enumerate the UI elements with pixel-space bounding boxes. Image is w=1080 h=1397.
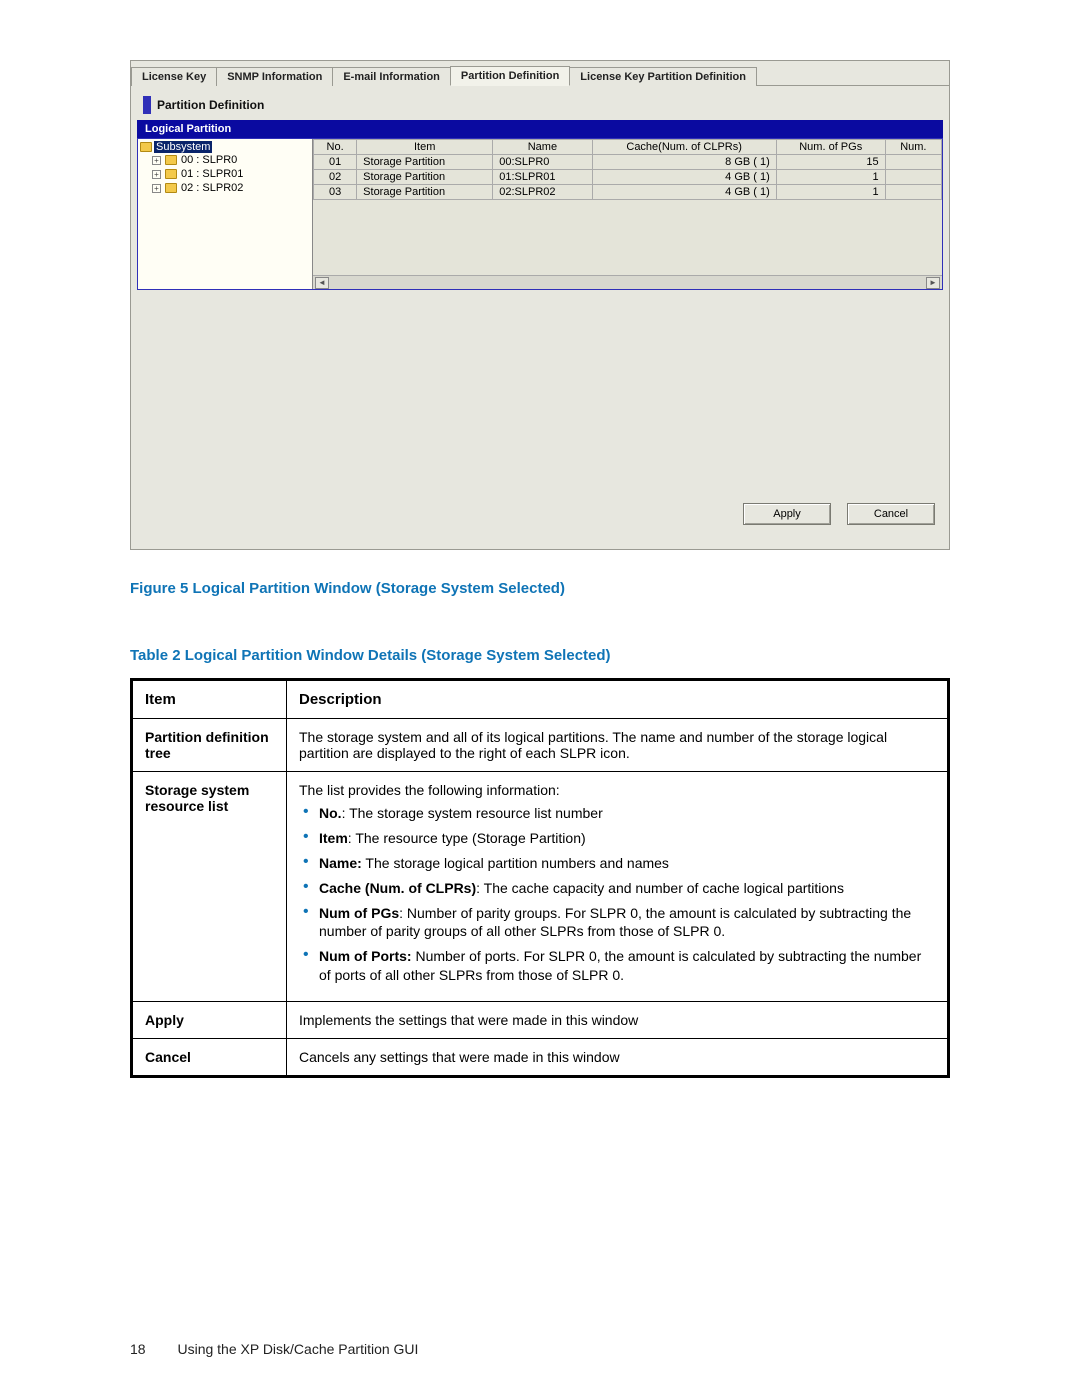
tree-root-label: Subsystem	[154, 141, 212, 153]
tab-bar: License KeySNMP InformationE-mail Inform…	[131, 61, 949, 85]
grid-cell: 1	[776, 170, 885, 185]
page-number: 18	[130, 1341, 146, 1357]
grid-cell: Storage Partition	[357, 170, 493, 185]
tree-item-label: 02 : SLPR02	[181, 181, 243, 195]
col-header-description: Description	[287, 680, 949, 719]
detail-item-label: Apply	[132, 1002, 287, 1039]
list-item: No.: The storage system resource list nu…	[299, 804, 935, 823]
folder-icon	[165, 155, 177, 165]
panel-title: Partition Definition	[157, 98, 264, 112]
grid-cell: 00:SLPR0	[493, 155, 592, 170]
grid-cell: Storage Partition	[357, 185, 493, 200]
list-item: Num of PGs: Number of parity groups. For…	[299, 904, 935, 942]
expand-icon[interactable]: +	[152, 184, 161, 193]
folder-icon	[140, 142, 152, 152]
grid-header[interactable]: Num.	[885, 140, 941, 155]
detail-item-label: Storage system resource list	[132, 772, 287, 1002]
list-item: Name: The storage logical partition numb…	[299, 854, 935, 873]
resource-table: No.ItemNameCache(Num. of CLPRs)Num. of P…	[313, 139, 942, 200]
detail-item-description: The list provides the following informat…	[287, 772, 949, 1002]
detail-item-description: The storage system and all of its logica…	[287, 719, 949, 772]
grid-cell: 1	[776, 185, 885, 200]
section-header-logical-partition: Logical Partition	[137, 120, 943, 138]
grid-header[interactable]: Cache(Num. of CLPRs)	[592, 140, 776, 155]
table-row[interactable]: 02Storage Partition01:SLPR014 GB ( 1)1	[314, 170, 942, 185]
detail-item-description: Implements the settings that were made i…	[287, 1002, 949, 1039]
panel-title-accent	[143, 96, 151, 114]
grid-header[interactable]: Name	[493, 140, 592, 155]
tree-item[interactable]: +00 : SLPR0	[140, 153, 310, 167]
grid-cell: 4 GB ( 1)	[592, 170, 776, 185]
grid-header[interactable]: No.	[314, 140, 357, 155]
detail-item-label: Cancel	[132, 1039, 287, 1077]
partition-tree[interactable]: Subsystem +00 : SLPR0+01 : SLPR01+02 : S…	[138, 139, 313, 289]
grid-header[interactable]: Item	[357, 140, 493, 155]
folder-icon	[165, 183, 177, 193]
page-footer: 18 Using the XP Disk/Cache Partition GUI	[130, 1341, 418, 1357]
cancel-button[interactable]: Cancel	[847, 503, 935, 525]
horizontal-scrollbar[interactable]: ◄ ►	[313, 275, 942, 289]
tree-root-subsystem[interactable]: Subsystem	[140, 141, 310, 153]
table-row[interactable]: 03Storage Partition02:SLPR024 GB ( 1)1	[314, 185, 942, 200]
running-title: Using the XP Disk/Cache Partition GUI	[177, 1341, 418, 1357]
tree-item[interactable]: +02 : SLPR02	[140, 181, 310, 195]
table-row: CancelCancels any settings that were mad…	[132, 1039, 949, 1077]
col-header-item: Item	[132, 680, 287, 719]
tab-partition-definition[interactable]: Partition Definition	[450, 66, 570, 86]
grid-cell	[885, 185, 941, 200]
table-row: Partition definition treeThe storage sys…	[132, 719, 949, 772]
scroll-right-icon[interactable]: ►	[926, 277, 940, 289]
grid-cell	[885, 155, 941, 170]
tab-license-key[interactable]: License Key	[131, 67, 217, 86]
grid-cell: 01:SLPR01	[493, 170, 592, 185]
grid-cell: 03	[314, 185, 357, 200]
grid-cell: 15	[776, 155, 885, 170]
table-row: Storage system resource listThe list pro…	[132, 772, 949, 1002]
tab-license-key-partition-definition[interactable]: License Key Partition Definition	[569, 67, 757, 86]
details-table: Item Description Partition definition tr…	[130, 678, 950, 1078]
tree-item-label: 00 : SLPR0	[181, 153, 237, 167]
tab-snmp-information[interactable]: SNMP Information	[216, 67, 333, 86]
scroll-left-icon[interactable]: ◄	[315, 277, 329, 289]
list-item: Item: The resource type (Storage Partiti…	[299, 829, 935, 848]
list-item: Cache (Num. of CLPRs): The cache capacit…	[299, 879, 935, 898]
list-item: Num of Ports: Number of ports. For SLPR …	[299, 947, 935, 985]
grid-cell	[885, 170, 941, 185]
table-row[interactable]: 01Storage Partition00:SLPR08 GB ( 1)15	[314, 155, 942, 170]
tree-item-label: 01 : SLPR01	[181, 167, 243, 181]
grid-cell: Storage Partition	[357, 155, 493, 170]
app-panel: License KeySNMP InformationE-mail Inform…	[130, 60, 950, 550]
expand-icon[interactable]: +	[152, 170, 161, 179]
table-caption: Table 2 Logical Partition Window Details…	[130, 647, 950, 664]
grid-header[interactable]: Num. of PGs	[776, 140, 885, 155]
grid-cell: 4 GB ( 1)	[592, 185, 776, 200]
grid-cell: 02	[314, 170, 357, 185]
tab-e-mail-information[interactable]: E-mail Information	[332, 67, 451, 86]
figure-caption: Figure 5 Logical Partition Window (Stora…	[130, 580, 950, 597]
expand-icon[interactable]: +	[152, 156, 161, 165]
folder-icon	[165, 169, 177, 179]
table-row: ApplyImplements the settings that were m…	[132, 1002, 949, 1039]
detail-item-label: Partition definition tree	[132, 719, 287, 772]
grid-cell: 8 GB ( 1)	[592, 155, 776, 170]
grid-cell: 02:SLPR02	[493, 185, 592, 200]
resource-grid[interactable]: No.ItemNameCache(Num. of CLPRs)Num. of P…	[313, 139, 942, 289]
detail-item-description: Cancels any settings that were made in t…	[287, 1039, 949, 1077]
grid-cell: 01	[314, 155, 357, 170]
apply-button[interactable]: Apply	[743, 503, 831, 525]
tree-item[interactable]: +01 : SLPR01	[140, 167, 310, 181]
